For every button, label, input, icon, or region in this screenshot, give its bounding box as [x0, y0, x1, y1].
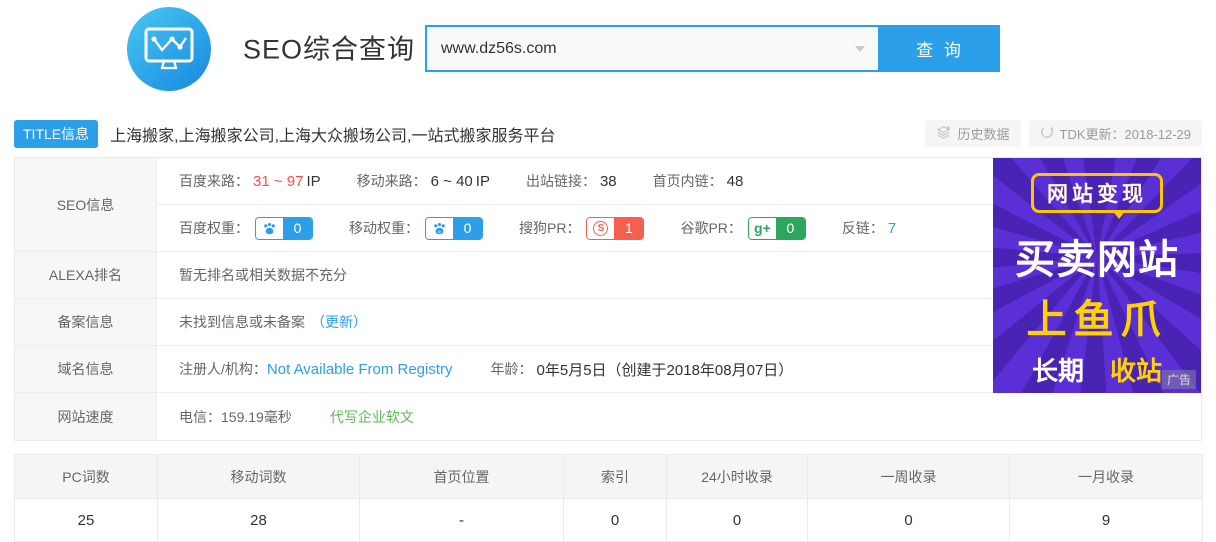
layers-icon	[936, 125, 951, 143]
telecom-speed-text: 电信：159.19毫秒	[179, 407, 292, 427]
stats-value: 0	[564, 499, 667, 542]
homelinks-label: 首页内链：	[653, 171, 723, 191]
sogou-pr-label: 搜狗PR：	[519, 218, 580, 238]
baidu-traffic-unit: IP	[306, 173, 320, 190]
ad-line3-b: 收站	[1110, 351, 1162, 388]
ad-line3-a: 长期	[1032, 351, 1084, 388]
sogou-icon: S	[587, 218, 614, 239]
google-plus-icon: g+	[749, 218, 776, 239]
title-bar: TITLE信息 上海搬家,上海搬家公司,上海大众搬场公司,一站式搬家服务平台 历…	[14, 110, 1202, 157]
baidu-weight-badge[interactable]: 0	[255, 217, 313, 240]
history-data-button[interactable]: 历史数据	[925, 120, 1020, 147]
ad-bubble-text: 网站变现	[1031, 173, 1163, 213]
site-title-text: 上海搬家,上海搬家公司,上海大众搬场公司,一站式搬家服务平台	[110, 122, 555, 146]
mobile-weight-value: 0	[453, 218, 482, 239]
google-pr-label: 谷歌PR：	[680, 218, 741, 238]
baidu-mobile-paw-icon: m	[426, 218, 453, 239]
stats-header: 首页位置	[360, 455, 564, 499]
row-label-alexa: ALEXA排名	[15, 252, 157, 299]
mobile-weight-badge[interactable]: m 0	[425, 217, 483, 240]
stats-value: 28	[158, 499, 360, 542]
stats-header: 24小时收录	[667, 455, 808, 499]
baidu-weight-value: 0	[283, 218, 312, 239]
stats-header-row: PC词数 移动词数 首页位置 索引 24小时收录 一周收录 一月收录	[15, 455, 1203, 499]
title-info-badge: TITLE信息	[14, 120, 98, 148]
stats-header: 一周收录	[808, 455, 1010, 499]
ad-line3: 长期 收站	[1032, 351, 1162, 388]
tdk-update-button[interactable]: TDK更新：2018-12-29	[1029, 120, 1203, 147]
age-value: 0年5月5日（创建于2018年08月07日）	[537, 359, 794, 380]
search-area: 查 询	[425, 25, 1000, 72]
mobile-traffic-unit: IP	[476, 173, 490, 190]
ad-banner[interactable]: 网站变现 买卖网站 上鱼爪 长期 收站 广告	[993, 158, 1201, 393]
stats-header: 一月收录	[1010, 455, 1203, 499]
ad-line1: 买卖网站	[1015, 227, 1179, 285]
outlinks-label: 出站链接：	[526, 171, 596, 191]
tdk-update-label: TDK更新：2018-12-29	[1060, 124, 1192, 143]
sogou-pr-value: 1	[614, 218, 643, 239]
stats-value-row: 25 28 - 0 0 0 9	[15, 499, 1203, 542]
speed-row: 电信：159.19毫秒 代写企业软文	[157, 393, 1201, 440]
stats-value: 0	[667, 499, 808, 542]
stats-value: -	[360, 499, 564, 542]
chevron-down-icon[interactable]	[855, 46, 865, 52]
outlinks-value: 38	[600, 173, 617, 190]
row-label-seo: SEO信息	[15, 158, 157, 252]
refresh-icon	[1040, 125, 1054, 142]
row-label-domain: 域名信息	[15, 346, 157, 393]
icp-text: 未找到信息或未备案	[179, 312, 305, 332]
alexa-text: 暂无排名或相关数据不充分	[179, 265, 347, 285]
mobile-traffic-value: 6 ~ 40	[431, 173, 473, 190]
baidu-traffic-label: 百度来路：	[179, 171, 249, 191]
search-input[interactable]	[425, 25, 880, 72]
homelinks-value: 48	[727, 173, 744, 190]
query-button[interactable]: 查 询	[880, 25, 1000, 72]
svg-text:m: m	[438, 230, 441, 234]
ad-tag: 广告	[1162, 370, 1196, 389]
icp-update-link[interactable]: （更新）	[311, 312, 367, 332]
keyword-stats-table: PC词数 移动词数 首页位置 索引 24小时收录 一周收录 一月收录 25 28…	[14, 454, 1203, 542]
stats-header: PC词数	[15, 455, 158, 499]
history-data-label: 历史数据	[957, 124, 1009, 143]
soft-article-link[interactable]: 代写企业软文	[330, 407, 414, 427]
google-pr-badge[interactable]: g+ 0	[748, 217, 806, 240]
header: SEO综合查询 查 询	[0, 0, 1216, 100]
ad-line2: 上鱼爪	[1027, 287, 1168, 345]
row-label-speed: 网站速度	[15, 393, 157, 440]
baidu-weight-label: 百度权重：	[179, 218, 249, 238]
google-pr-value: 0	[776, 218, 805, 239]
backlink-label: 反链：	[842, 218, 884, 238]
age-label: 年龄：	[491, 359, 533, 379]
seo-info-table: SEO信息 百度来路： 31 ~ 97 IP 移动来路： 6 ~ 40 IP 出…	[14, 157, 1202, 441]
row-label-icp: 备案信息	[15, 299, 157, 346]
backlink-value[interactable]: 7	[888, 220, 896, 237]
stats-header: 索引	[564, 455, 667, 499]
registrant-label: 注册人/机构：	[179, 359, 267, 379]
registrant-link[interactable]: Not Available From Registry	[267, 361, 453, 378]
mobile-weight-label: 移动权重：	[349, 218, 419, 238]
stats-value: 25	[15, 499, 158, 542]
baidu-paw-icon	[256, 218, 283, 239]
app-title: SEO综合查询	[243, 28, 415, 67]
baidu-traffic-value[interactable]: 31 ~ 97	[253, 173, 303, 190]
logo-monitor-chart-icon	[127, 7, 211, 91]
stats-value: 0	[808, 499, 1010, 542]
stats-header: 移动词数	[158, 455, 360, 499]
sogou-pr-badge[interactable]: S 1	[586, 217, 644, 240]
stats-value: 9	[1010, 499, 1203, 542]
mobile-traffic-label: 移动来路：	[357, 171, 427, 191]
